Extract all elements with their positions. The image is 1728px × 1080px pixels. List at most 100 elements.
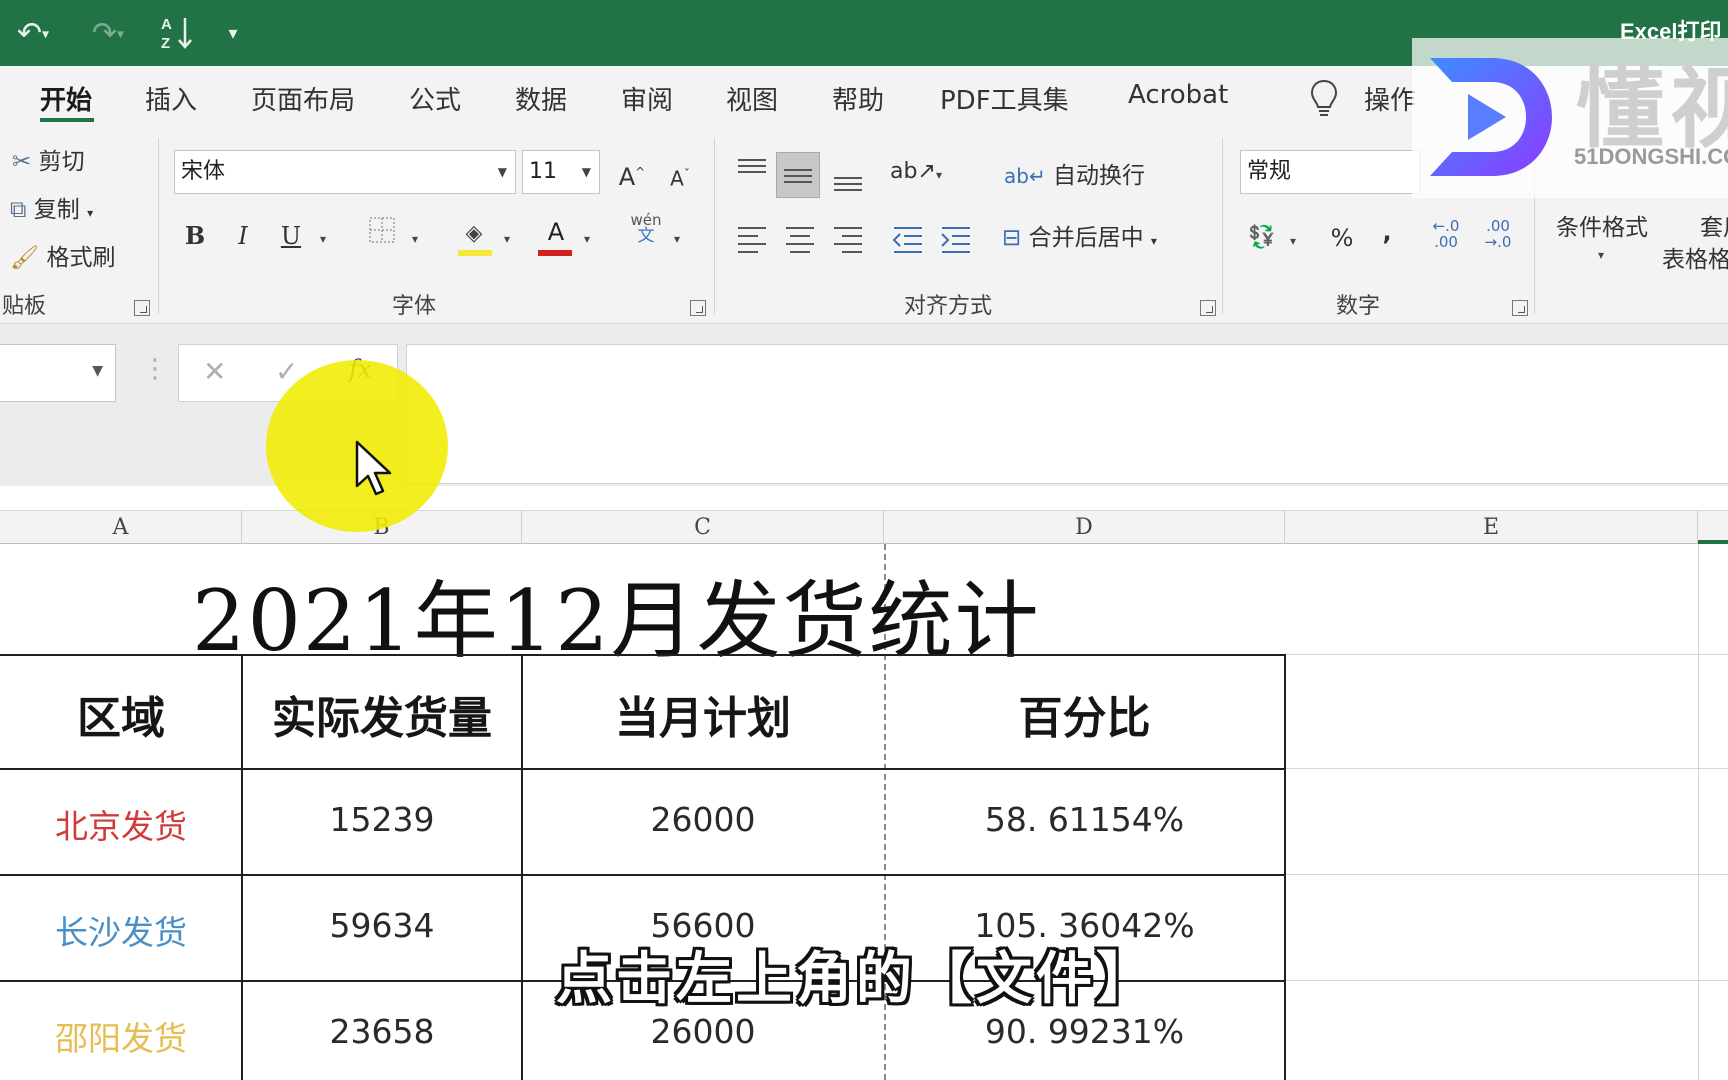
chevron-down-icon[interactable]: ▼ — [498, 151, 507, 193]
tab-help[interactable]: 帮助 — [832, 80, 884, 117]
lightbulb-icon[interactable] — [1310, 78, 1338, 118]
chevron-down-icon[interactable]: ▼ — [92, 363, 103, 379]
tab-page-layout[interactable]: 页面布局 — [251, 80, 355, 117]
header-cell-region[interactable]: 区域 — [0, 682, 242, 746]
tab-acrobat[interactable]: Acrobat — [1128, 80, 1228, 110]
decrease-decimal-button[interactable]: .00 →.0 — [1476, 218, 1520, 258]
group-separator — [1222, 138, 1223, 314]
tab-data[interactable]: 数据 — [515, 80, 567, 117]
borders-button[interactable] — [364, 216, 400, 256]
header-cell-percent[interactable]: 百分比 — [884, 682, 1285, 746]
shrink-font-button[interactable]: Aˇ — [660, 154, 700, 194]
number-group-label: 数字 — [1336, 294, 1381, 319]
format-painter-button[interactable]: 🖌 格式刷 — [10, 238, 116, 272]
region-cell[interactable]: 邵阳发货 — [0, 1012, 242, 1060]
header-cell-plan[interactable]: 当月计划 — [522, 682, 884, 746]
region-cell[interactable]: 长沙发货 — [0, 906, 242, 954]
merge-center-label: 合并后居中 — [1028, 225, 1144, 251]
actual-cell[interactable]: 23658 — [242, 1012, 522, 1051]
column-header-e[interactable]: E — [1285, 511, 1698, 545]
conditional-format-dropdown-icon[interactable]: ▾ — [1598, 248, 1604, 262]
svg-text:A: A — [161, 16, 172, 33]
percent-cell[interactable]: 90. 99231% — [884, 1012, 1285, 1051]
undo-icon: ↶ — [16, 16, 43, 51]
tab-review[interactable]: 审阅 — [621, 80, 673, 117]
name-box[interactable]: ▼ — [0, 344, 116, 402]
alignment-group-label: 对齐方式 — [904, 294, 993, 319]
accounting-dropdown-icon[interactable]: ▾ — [1290, 234, 1296, 248]
merge-dropdown-icon[interactable]: ▾ — [1151, 234, 1157, 248]
fill-color-button[interactable]: ◈ — [456, 212, 492, 252]
horizontal-align-icons[interactable] — [734, 222, 984, 262]
font-name-combobox[interactable]: 宋体 ▼ — [174, 150, 516, 194]
cancel-icon[interactable]: ✕ — [203, 355, 226, 388]
redo-button[interactable]: ↷▾ — [80, 14, 136, 54]
increase-decimal-button[interactable]: ←.0.00 — [1424, 218, 1468, 258]
undo-dropdown-icon[interactable]: ▾ — [42, 27, 49, 43]
caret-down-icon: ˇ — [683, 167, 690, 181]
sort-button[interactable]: A Z — [158, 14, 198, 54]
redo-dropdown-icon[interactable]: ▾ — [117, 27, 124, 43]
percent-style-button[interactable]: % — [1322, 218, 1362, 258]
phonetic-guide-button[interactable]: wén 文 — [624, 212, 668, 252]
chevron-down-icon[interactable]: ▼ — [582, 151, 591, 193]
cut-label: 剪切 — [38, 149, 85, 175]
column-header-c[interactable]: C — [522, 511, 884, 545]
paint-bucket-icon: ◈ — [465, 221, 483, 246]
actual-cell[interactable]: 15239 — [242, 800, 522, 839]
borders-dropdown-icon[interactable]: ▾ — [412, 232, 418, 246]
sort-az-icon: A Z — [161, 16, 192, 52]
underline-dropdown-icon[interactable]: ▾ — [320, 232, 326, 246]
tab-insert[interactable]: 插入 — [145, 80, 197, 117]
conditional-format-button[interactable]: 条件格式 — [1556, 208, 1648, 242]
merge-center-button[interactable]: ⊟ 合并后居中 ▾ — [1002, 218, 1157, 252]
phonetic-dropdown-icon[interactable]: ▾ — [674, 232, 680, 246]
percent-cell[interactable]: 58. 61154% — [884, 800, 1285, 839]
increase-decimal-icon: ←.0.00 — [1432, 217, 1460, 251]
format-painter-label: 格式刷 — [46, 245, 116, 271]
tab-formulas[interactable]: 公式 — [409, 80, 461, 117]
tell-me-search[interactable]: 操作 — [1364, 80, 1416, 117]
header-cell-actual[interactable]: 实际发货量 — [242, 682, 522, 746]
orientation-dropdown-icon[interactable]: ▾ — [936, 168, 942, 182]
fill-color-swatch — [458, 250, 492, 256]
copy-button[interactable]: ⧉ 复制 ▾ — [10, 190, 93, 224]
font-color-button[interactable]: A — [538, 212, 574, 252]
fill-color-dropdown-icon[interactable]: ▾ — [504, 232, 510, 246]
grow-font-button[interactable]: A^ — [612, 152, 652, 192]
plan-cell[interactable]: 26000 — [522, 1012, 884, 1051]
tab-home[interactable]: 开始 — [40, 80, 92, 117]
tab-pdf-tools[interactable]: PDF工具集 — [940, 80, 1069, 117]
table-format-button-top[interactable]: 套用 — [1700, 208, 1728, 242]
accounting-format-button[interactable]: 💱 — [1242, 218, 1282, 258]
alignment-launcher-icon[interactable] — [1200, 300, 1216, 316]
underline-button[interactable]: U — [274, 216, 308, 256]
cut-button[interactable]: ✂ 剪切 — [12, 142, 85, 176]
table-format-button-bottom[interactable]: 表格格 — [1662, 240, 1728, 274]
region-cell[interactable]: 北京发货 — [0, 800, 242, 848]
redo-icon: ↷ — [91, 16, 118, 51]
clipboard-launcher-icon[interactable] — [134, 300, 150, 316]
sheet-title[interactable]: 2021年12月发货统计 — [192, 554, 1041, 675]
font-launcher-icon[interactable] — [690, 300, 706, 316]
wrap-text-button[interactable]: ab↵ 自动换行 — [1004, 156, 1145, 190]
formula-input[interactable] — [406, 344, 1728, 484]
actual-cell[interactable]: 59634 — [242, 906, 522, 945]
bold-button[interactable]: B — [178, 216, 212, 256]
italic-button[interactable]: I — [226, 216, 260, 256]
plan-cell[interactable]: 26000 — [522, 800, 884, 839]
column-header-d[interactable]: D — [884, 511, 1285, 545]
column-header-a[interactable]: A — [0, 511, 242, 545]
orientation-button[interactable]: ab↗ — [890, 152, 936, 192]
comma-style-button[interactable]: , — [1372, 212, 1402, 252]
undo-button[interactable]: ↶▾ — [6, 14, 60, 54]
vertical-align-icons[interactable] — [734, 154, 874, 198]
font-size-combobox[interactable]: 11 ▼ — [522, 150, 600, 194]
customize-qat-button[interactable]: ▾ — [222, 14, 244, 54]
number-format-combobox[interactable]: 常规 — [1240, 150, 1420, 194]
copy-dropdown-icon[interactable]: ▾ — [87, 206, 93, 220]
tab-view[interactable]: 视图 — [726, 80, 778, 117]
font-color-dropdown-icon[interactable]: ▾ — [584, 232, 590, 246]
number-launcher-icon[interactable] — [1512, 300, 1528, 316]
wrap-text-label: 自动换行 — [1053, 163, 1146, 189]
